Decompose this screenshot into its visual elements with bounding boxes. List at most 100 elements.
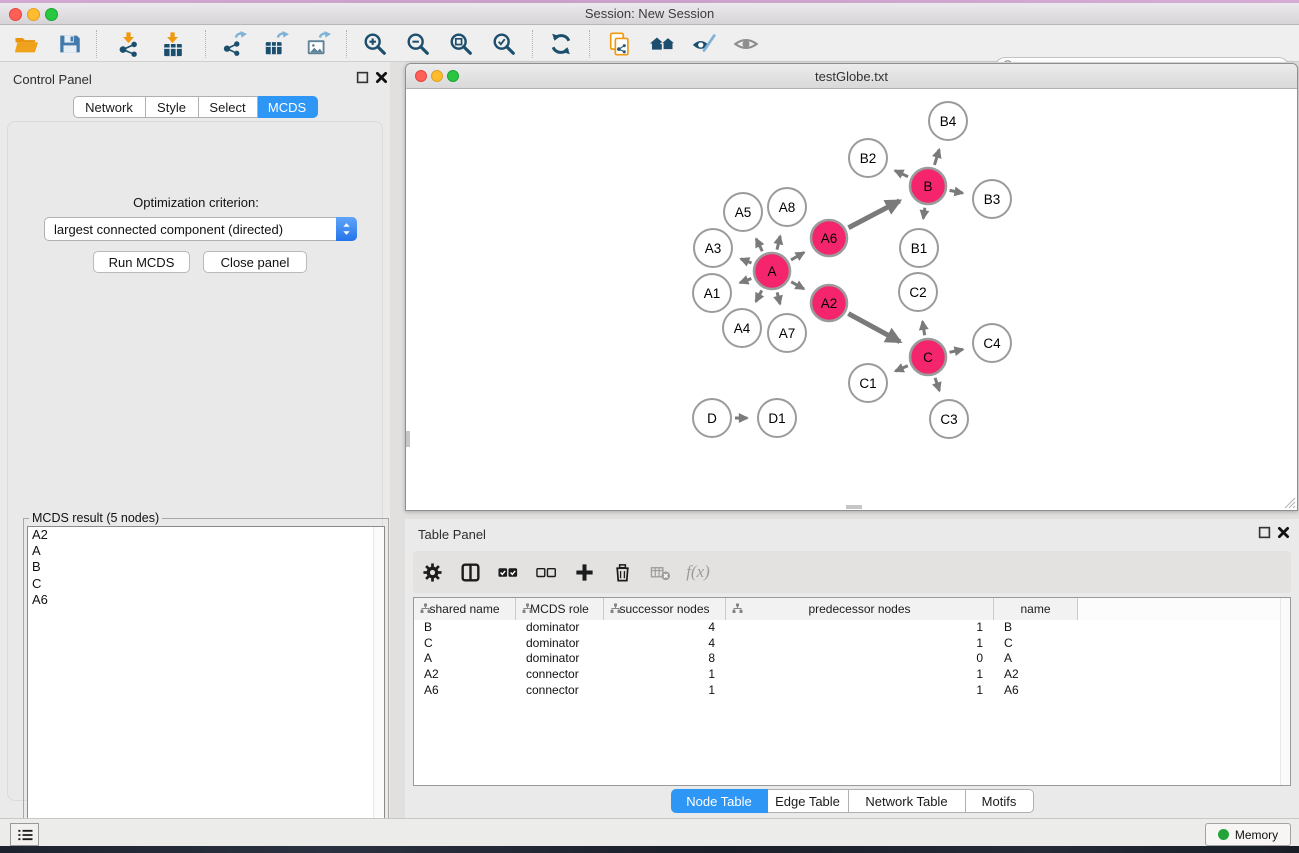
network-window-close-button[interactable] (415, 70, 427, 82)
save-session-icon[interactable] (56, 30, 84, 58)
close-panel-button[interactable]: Close panel (203, 251, 307, 273)
result-item-a2[interactable]: A2 (28, 527, 384, 543)
canvas-horizontal-scroll-indicator[interactable] (846, 505, 862, 509)
import-table-icon[interactable] (159, 30, 187, 58)
cell-name[interactable]: A6 (994, 683, 1078, 699)
network-window-zoom-button[interactable] (447, 70, 459, 82)
cell-predecessor-nodes[interactable]: 1 (726, 620, 994, 636)
cell-shared-name[interactable]: A (414, 651, 516, 667)
zoom-out-icon[interactable] (404, 30, 432, 58)
canvas-vertical-scroll-indicator[interactable] (406, 431, 410, 447)
graph-edge-A-A8[interactable] (777, 236, 780, 250)
graph-edge-A-A5[interactable] (756, 239, 762, 252)
create-column-icon[interactable] (565, 557, 603, 587)
zoom-in-icon[interactable] (361, 30, 389, 58)
table-options-icon[interactable] (413, 557, 451, 587)
cell-MCDS-role[interactable]: dominator (516, 636, 604, 652)
cell-shared-name[interactable]: B (414, 620, 516, 636)
result-item-a[interactable]: A (28, 543, 384, 559)
cell-MCDS-role[interactable]: connector (516, 667, 604, 683)
deselect-all-icon[interactable] (527, 557, 565, 587)
cell-successor-nodes[interactable]: 4 (604, 636, 726, 652)
tab-node-table[interactable]: Node Table (671, 789, 768, 813)
run-mcds-button[interactable]: Run MCDS (93, 251, 190, 273)
window-minimize-button[interactable] (27, 8, 40, 21)
result-item-b[interactable]: B (28, 559, 384, 575)
column-header-predecessor-nodes[interactable]: predecessor nodes (726, 598, 994, 620)
tab-motifs[interactable]: Motifs (966, 789, 1034, 813)
network-window-titlebar[interactable]: testGlobe.txt (406, 64, 1297, 89)
network-window-minimize-button[interactable] (431, 70, 443, 82)
window-close-button[interactable] (9, 8, 22, 21)
mcds-result-list[interactable]: A2ABCA6 (27, 526, 385, 852)
graph-edge-C-C2[interactable] (923, 321, 925, 335)
graph-edge-A6-B[interactable] (848, 201, 899, 228)
column-header-name[interactable]: name (994, 598, 1078, 620)
open-session-icon[interactable] (12, 30, 40, 58)
memory-button[interactable]: Memory (1205, 823, 1291, 846)
cell-shared-name[interactable]: A2 (414, 667, 516, 683)
network-canvas[interactable]: B4B2BB3A8A5A6B1A3AC2A1A2A4A7C4CC1C3DD1 (407, 90, 1298, 511)
tab-style[interactable]: Style (146, 96, 199, 118)
network-from-selection-icon[interactable] (606, 30, 634, 58)
cell-predecessor-nodes[interactable]: 1 (726, 683, 994, 699)
cell-MCDS-role[interactable]: connector (516, 683, 604, 699)
float-panel-icon[interactable] (356, 71, 369, 84)
graph-edge-B-B1[interactable] (923, 208, 925, 219)
column-header-MCDS-role[interactable]: MCDS role (516, 598, 604, 620)
tab-network[interactable]: Network (73, 96, 146, 118)
graph-edge-A-A3[interactable] (741, 259, 752, 263)
table-row-B[interactable]: Bdominator41B (414, 620, 1290, 636)
graph-edge-A-A4[interactable] (756, 290, 762, 301)
select-all-icon[interactable] (489, 557, 527, 587)
task-history-button[interactable] (10, 823, 39, 846)
export-network-icon[interactable] (220, 30, 248, 58)
table-row-C[interactable]: Cdominator41C (414, 636, 1290, 652)
cell-successor-nodes[interactable]: 1 (604, 667, 726, 683)
graph-edge-A-A6[interactable] (791, 252, 804, 260)
zoom-selected-icon[interactable] (490, 30, 518, 58)
graph-edge-A2-C[interactable] (848, 314, 900, 342)
graph-edge-B-B3[interactable] (950, 190, 963, 193)
cell-shared-name[interactable]: C (414, 636, 516, 652)
tab-network-table[interactable]: Network Table (849, 789, 966, 813)
cell-MCDS-role[interactable]: dominator (516, 620, 604, 636)
graph-edge-C-C1[interactable] (895, 366, 907, 371)
refresh-view-icon[interactable] (547, 30, 575, 58)
cell-successor-nodes[interactable]: 4 (604, 620, 726, 636)
show-overview-icon[interactable] (648, 30, 676, 58)
graph-edge-A-A1[interactable] (740, 279, 751, 283)
graph-edge-B-B4[interactable] (934, 149, 939, 164)
cell-predecessor-nodes[interactable]: 1 (726, 667, 994, 683)
import-network-icon[interactable] (115, 30, 143, 58)
result-item-c[interactable]: C (28, 576, 384, 592)
table-close-panel-icon[interactable] (1277, 526, 1290, 539)
delete-columns-icon[interactable] (603, 557, 641, 587)
result-item-a6[interactable]: A6 (28, 592, 384, 608)
graph-edge-C-C3[interactable] (935, 378, 939, 391)
graph-edge-B-B2[interactable] (895, 171, 908, 177)
cell-name[interactable]: A (994, 651, 1078, 667)
table-float-panel-icon[interactable] (1258, 526, 1271, 539)
cell-successor-nodes[interactable]: 1 (604, 683, 726, 699)
table-row-A6[interactable]: A6connector11A6 (414, 683, 1290, 699)
cell-name[interactable]: B (994, 620, 1078, 636)
table-row-A[interactable]: Adominator80A (414, 651, 1290, 667)
resize-grip-icon[interactable] (1283, 496, 1296, 509)
graph-edge-A-A7[interactable] (777, 292, 780, 304)
column-header-successor-nodes[interactable]: successor nodes (604, 598, 726, 620)
window-zoom-button[interactable] (45, 8, 58, 21)
export-table-icon[interactable] (262, 30, 290, 58)
graph-edge-C-C4[interactable] (949, 349, 962, 352)
cell-shared-name[interactable]: A6 (414, 683, 516, 699)
show-graphics-details-icon[interactable] (690, 30, 718, 58)
tab-select[interactable]: Select (199, 96, 258, 118)
cell-name[interactable]: A2 (994, 667, 1078, 683)
zoom-fit-icon[interactable] (447, 30, 475, 58)
result-list-scrollbar[interactable] (373, 527, 384, 851)
export-image-icon[interactable] (304, 30, 332, 58)
tab-mcds[interactable]: MCDS (258, 96, 318, 118)
cell-successor-nodes[interactable]: 8 (604, 651, 726, 667)
level-of-detail-icon[interactable] (732, 30, 760, 58)
graph-edge-A-A2[interactable] (791, 282, 804, 289)
